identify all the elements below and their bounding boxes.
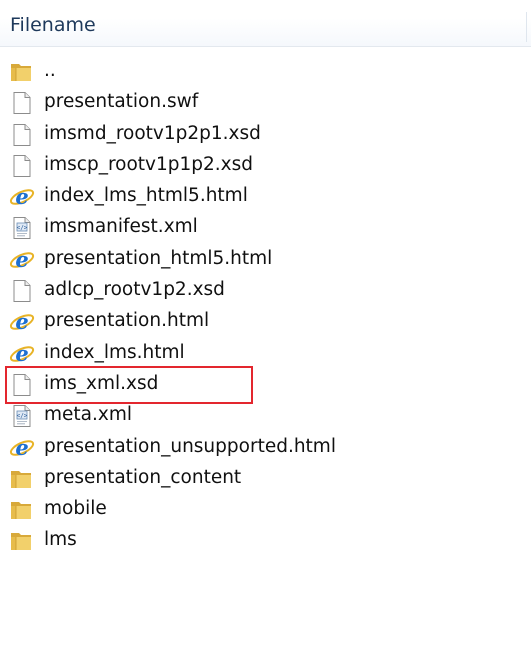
file-name: adlcp_rootv1p2.xsd	[44, 279, 225, 301]
file-list: .. presentation.swf imsmd_rootv1p2p1.xsdim…	[0, 57, 531, 558]
filename-column-label: Filename	[10, 14, 96, 36]
xml-icon: </>	[9, 404, 35, 428]
file-row[interactable]: imsmd_rootv1p2p1.xsd	[0, 120, 531, 151]
file-name: mobile	[44, 498, 107, 520]
ie-icon: e	[9, 309, 35, 334]
folder-icon	[9, 529, 35, 553]
file-row[interactable]: presentation_content	[0, 464, 531, 495]
svg-text:e: e	[15, 436, 28, 460]
folder-icon	[9, 498, 35, 522]
file-name: index_lms_html5.html	[44, 185, 248, 207]
file-row[interactable]: lms	[0, 526, 531, 557]
file-row[interactable]: e presentation_html5.html	[0, 245, 531, 276]
file-icon	[9, 91, 35, 115]
xml-icon: </>	[9, 216, 35, 240]
svg-text:</>: </>	[17, 225, 28, 232]
file-name: presentation_content	[44, 466, 242, 488]
svg-text:e: e	[15, 310, 28, 334]
highlight-box	[5, 366, 253, 404]
svg-text:</>: </>	[17, 413, 28, 420]
ie-icon: e	[9, 184, 35, 209]
file-name: ..	[44, 60, 56, 81]
column-header[interactable]: Filename	[0, 0, 531, 47]
file-row[interactable]: mobile	[0, 495, 531, 526]
ie-icon: e	[9, 435, 35, 460]
file-icon	[9, 279, 35, 303]
file-row[interactable]: e index_lms_html5.html	[0, 182, 531, 213]
folder-icon	[9, 467, 35, 491]
file-name: meta.xml	[44, 404, 132, 426]
file-row[interactable]: </> imsmanifest.xml	[0, 213, 531, 244]
ie-icon: e	[9, 247, 35, 272]
file-name: imsmd_rootv1p2p1.xsd	[44, 122, 261, 144]
svg-text:e: e	[15, 248, 28, 272]
folder-icon	[9, 60, 35, 84]
file-row[interactable]: </> meta.xml	[0, 401, 531, 432]
file-row[interactable]: e presentation_unsupported.html	[0, 433, 531, 464]
file-name: presentation.swf	[44, 91, 199, 113]
file-name: imsmanifest.xml	[44, 216, 198, 238]
file-name: presentation_unsupported.html	[44, 435, 336, 457]
file-name: lms	[44, 529, 77, 551]
file-row[interactable]: e presentation.html	[0, 307, 531, 338]
svg-text:e: e	[15, 185, 28, 209]
file-row[interactable]: imscp_rootv1p1p2.xsd	[0, 151, 531, 182]
file-icon	[9, 154, 35, 178]
file-name: imscp_rootv1p1p2.xsd	[44, 153, 254, 175]
file-row[interactable]: adlcp_rootv1p2.xsd	[0, 276, 531, 307]
svg-text:e: e	[15, 342, 28, 366]
ie-icon: e	[9, 341, 35, 366]
file-name: presentation.html	[44, 310, 210, 332]
file-row[interactable]: presentation.swf	[0, 88, 531, 119]
column-separator[interactable]	[526, 12, 527, 42]
file-icon	[9, 123, 35, 147]
file-row[interactable]: ..	[0, 57, 531, 88]
file-name: presentation_html5.html	[44, 247, 273, 269]
file-name: index_lms.html	[44, 341, 185, 363]
